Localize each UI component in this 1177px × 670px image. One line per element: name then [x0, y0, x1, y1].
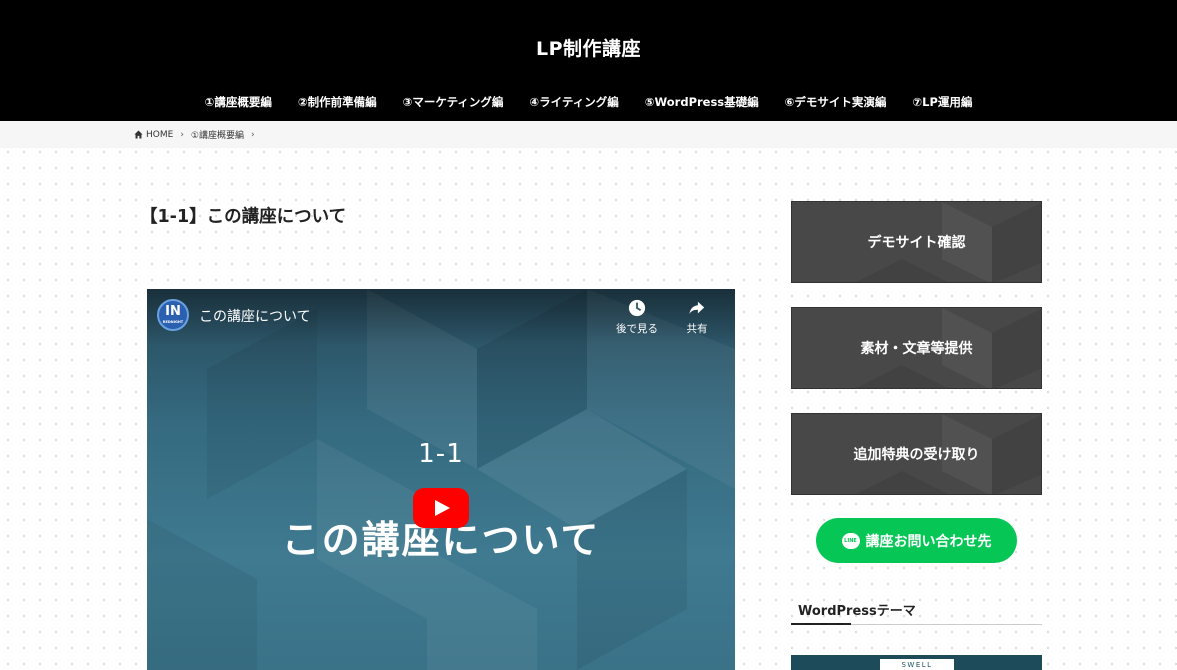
clock-icon	[628, 299, 646, 317]
channel-avatar[interactable]: IN REDNIGHT	[157, 299, 189, 331]
site-header: LP制作講座 ①講座概要編 ②制作前準備編 ③マーケティング編 ④ライティング編…	[0, 0, 1177, 121]
breadcrumb-current[interactable]: ①講座概要編	[191, 128, 244, 141]
video-title[interactable]: この講座について	[199, 306, 311, 326]
watch-later-label: 後で見る	[616, 323, 658, 335]
nav-item-marketing[interactable]: ③マーケティング編	[390, 94, 517, 110]
nav-item-preparation[interactable]: ②制作前準備編	[285, 94, 390, 110]
watch-later-button[interactable]: 後で見る	[607, 299, 667, 336]
line-icon: LINE	[841, 532, 860, 549]
share-label: 共有	[686, 323, 708, 335]
swell-theme-banner[interactable]: SWELL	[791, 655, 1042, 670]
share-icon	[689, 301, 705, 315]
widget-divider-accent	[791, 623, 851, 625]
page-title: 【1-1】この講座について	[140, 207, 347, 227]
nav-item-writing[interactable]: ④ライティング編	[516, 94, 631, 110]
breadcrumb: HOME › ①講座概要編 ›	[134, 128, 262, 141]
chevron-right-icon: ›	[180, 129, 184, 140]
home-icon	[134, 130, 143, 139]
site-title[interactable]: LP制作講座	[0, 34, 1177, 61]
banner-label: 素材・文章等提供	[860, 341, 973, 357]
banner-label: 追加特典の受け取り	[853, 447, 980, 463]
chevron-right-icon: ›	[251, 129, 255, 140]
channel-name: REDNIGHT	[162, 320, 184, 324]
banner-demo-site[interactable]: デモサイト確認	[791, 201, 1042, 283]
nav-item-wordpress[interactable]: ⑤WordPress基礎編	[632, 94, 772, 110]
breadcrumb-bar: HOME › ①講座概要編 ›	[0, 121, 1177, 148]
play-icon[interactable]	[413, 488, 469, 528]
breadcrumb-home[interactable]: HOME	[146, 130, 173, 140]
banner-bonus[interactable]: 追加特典の受け取り	[791, 413, 1042, 495]
nav-item-overview[interactable]: ①講座概要編	[192, 94, 285, 110]
line-contact-label: 講座お問い合わせ先	[865, 533, 992, 550]
banner-label: デモサイト確認	[867, 235, 966, 251]
line-contact-button[interactable]: LINE 講座お問い合わせ先	[816, 518, 1017, 563]
widget-title: WordPressテーマ	[798, 604, 916, 619]
video-lesson-number: 1-1	[418, 439, 464, 469]
video-player[interactable]: IN REDNIGHT この講座について 後で見る 共有 1-1 この講座につい…	[147, 289, 735, 670]
share-button[interactable]: 共有	[667, 299, 727, 336]
channel-initial: IN	[165, 304, 181, 319]
nav-item-lp-operation[interactable]: ⑦LP運用編	[899, 94, 985, 110]
banner-materials[interactable]: 素材・文章等提供	[791, 307, 1042, 389]
global-nav: ①講座概要編 ②制作前準備編 ③マーケティング編 ④ライティング編 ⑤WordP…	[0, 94, 1177, 110]
nav-item-demo-site[interactable]: ⑥デモサイト実演編	[772, 94, 900, 110]
swell-logo: SWELL	[880, 659, 954, 670]
video-background-pattern	[147, 289, 735, 670]
